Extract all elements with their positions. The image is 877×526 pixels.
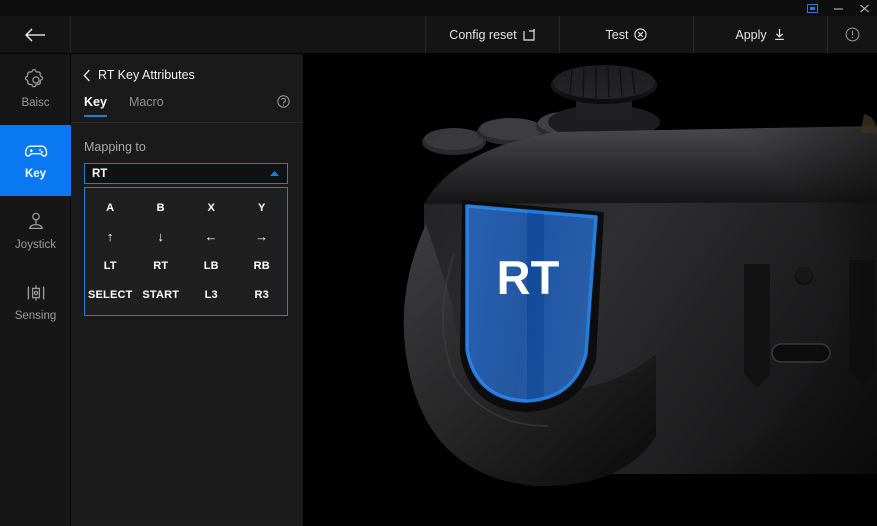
apply-label: Apply [735,27,767,42]
test-icon [634,28,648,41]
controller-preview: RT [304,54,877,526]
download-icon [773,28,786,41]
back-button[interactable] [0,16,71,53]
mapping-option-left[interactable]: ← [186,222,237,251]
toolbar-spacer [71,16,426,53]
title-bar [0,0,877,16]
mapping-option[interactable]: START [136,280,187,309]
panel-header: RT Key Attributes [71,54,303,82]
attributes-panel: RT Key Attributes Key Macro Mapping to R… [71,54,304,526]
minimize-button[interactable] [825,0,851,16]
mapping-selected-value: RT [92,167,108,180]
page-title: RT Key Attributes [98,68,195,82]
link-icon[interactable] [799,0,825,16]
sidebar-item-label: Sensing [14,310,57,323]
sidebar-item-joystick[interactable]: Joystick [0,196,71,267]
sidebar-item-key[interactable]: Key [0,125,71,196]
sidebar: Baisc Key Joystick Sensing [0,54,71,526]
sidebar-item-label: Joystick [15,239,56,252]
close-button[interactable] [851,0,877,16]
mapping-option[interactable]: LB [186,251,237,280]
mapping-option-up[interactable]: ↑ [85,222,136,251]
reset-icon [523,28,536,41]
info-button[interactable] [828,16,877,53]
mapping-option-down[interactable]: ↓ [136,222,187,251]
mapping-option[interactable]: A [85,193,136,222]
gamepad-icon [24,140,48,162]
sensor-icon [25,282,47,304]
mapping-option[interactable]: LT [85,251,136,280]
gear-icon [24,69,47,91]
mapping-option[interactable]: RT [136,251,187,280]
mapping-options-list: A B X Y ↑ ↓ ← → LT RT LB RB SELECT START… [84,187,288,316]
joystick-icon [25,211,47,233]
mapping-dropdown: RT A B X Y ↑ ↓ ← → LT RT LB RB SELECT ST… [71,154,303,316]
top-toolbar: Config reset Test Apply [0,16,877,54]
config-reset-button[interactable]: Config reset [426,16,560,53]
help-icon[interactable] [277,95,290,108]
sidebar-item-label: Baisc [21,97,50,110]
panel-tabs: Key Macro [71,95,303,123]
mapping-option[interactable]: B [136,193,187,222]
sidebar-item-baisc[interactable]: Baisc [0,54,71,125]
mapping-option[interactable]: X [186,193,237,222]
mapping-option[interactable]: SELECT [85,280,136,309]
mapping-select[interactable]: RT [84,163,288,184]
config-reset-label: Config reset [449,27,517,42]
controller-image: RT [304,54,877,526]
app-window: Config reset Test Apply Baisc Key Joysti… [0,0,877,526]
mapping-option[interactable]: Y [237,193,288,222]
mapping-option-right[interactable]: → [237,222,288,251]
test-label: Test [605,27,629,42]
apply-button[interactable]: Apply [694,16,828,53]
sidebar-item-label: Key [24,168,47,181]
sidebar-item-sensing[interactable]: Sensing [0,267,71,338]
mapping-label: Mapping to [84,140,146,154]
tab-macro[interactable]: Macro [129,95,164,116]
test-button[interactable]: Test [560,16,694,53]
tab-key[interactable]: Key [84,95,107,117]
mapping-option[interactable]: R3 [237,280,288,309]
mapping-option[interactable]: L3 [186,280,237,309]
back-chevron-icon[interactable] [83,69,91,82]
info-icon [845,27,860,42]
mapping-option[interactable]: RB [237,251,288,280]
chevron-up-icon [269,170,280,177]
vignette [304,54,877,526]
